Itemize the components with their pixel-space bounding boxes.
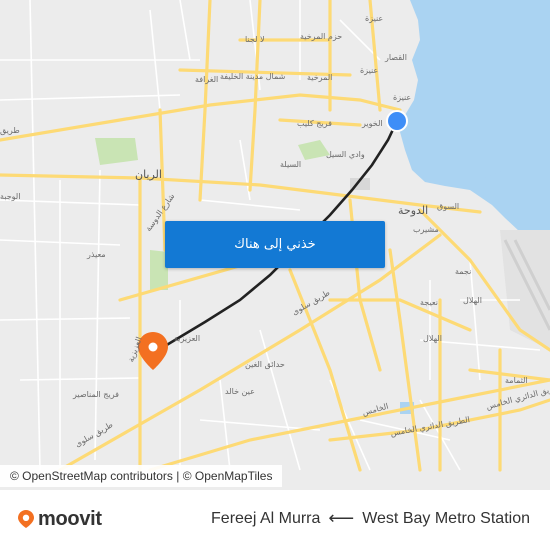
place-label: الثمامة xyxy=(505,376,528,385)
map-attribution[interactable]: © OpenStreetMap contributors | © OpenMap… xyxy=(0,465,283,487)
origin-marker xyxy=(386,110,408,132)
place-label: وادي السيل xyxy=(326,150,365,159)
map[interactable]: عنيزة لا لجنا حزم المرخية القصار عنيزة ش… xyxy=(0,0,550,490)
place-label: المرخية xyxy=(307,73,333,82)
arrow-left-icon: ⟵ xyxy=(328,508,355,528)
place-label: عين خالد xyxy=(225,387,255,396)
place-label: فريج المناصير xyxy=(73,390,119,399)
place-label: السيلة xyxy=(280,160,302,169)
place-label: شمال مدينة الخليفة xyxy=(220,72,286,81)
brand-name: moovit xyxy=(38,507,102,530)
place-label: العزيزية xyxy=(174,334,201,343)
moovit-pin-icon xyxy=(18,510,34,528)
place-label: عنيزة xyxy=(365,14,384,23)
place-label: السوق xyxy=(437,202,460,211)
place-label: الريان xyxy=(135,168,162,181)
place-label: مشيرب xyxy=(413,225,439,234)
origin-name: West Bay Metro Station xyxy=(362,509,530,527)
place-label: الهلال xyxy=(423,334,442,343)
place-label: فريج كليب xyxy=(297,119,332,128)
take-me-there-button[interactable]: خذني إلى هناك xyxy=(165,221,385,268)
place-label: الخوير xyxy=(362,119,383,128)
destination-name: Fereej Al Murra xyxy=(211,509,321,527)
place-label: الغرافة xyxy=(195,75,219,84)
page: عنيزة لا لجنا حزم المرخية القصار عنيزة ش… xyxy=(0,0,550,550)
place-label: نعيجة xyxy=(420,298,438,307)
place-label: عنيزة xyxy=(360,66,379,75)
place-label: لا لجنا xyxy=(245,35,265,44)
footer: moovit Fereej Al Murra ⟵ West Bay Metro … xyxy=(0,490,550,550)
road-label: طريق xyxy=(0,126,20,135)
place-label: الهلال xyxy=(463,296,482,305)
moovit-logo[interactable]: moovit xyxy=(18,507,102,531)
place-label: معيذر xyxy=(87,250,106,259)
place-label: الدوحة xyxy=(398,204,429,217)
place-label: القصار xyxy=(385,53,407,62)
place-label: عنيزة xyxy=(393,93,412,102)
place-label: حدائق الغين xyxy=(245,360,285,369)
place-label: حزم المرخية xyxy=(300,32,343,41)
route-summary: Fereej Al Murra ⟵ West Bay Metro Station xyxy=(211,508,530,529)
place-label: نجمة xyxy=(455,267,472,276)
place-label: الوجبة xyxy=(0,192,21,201)
